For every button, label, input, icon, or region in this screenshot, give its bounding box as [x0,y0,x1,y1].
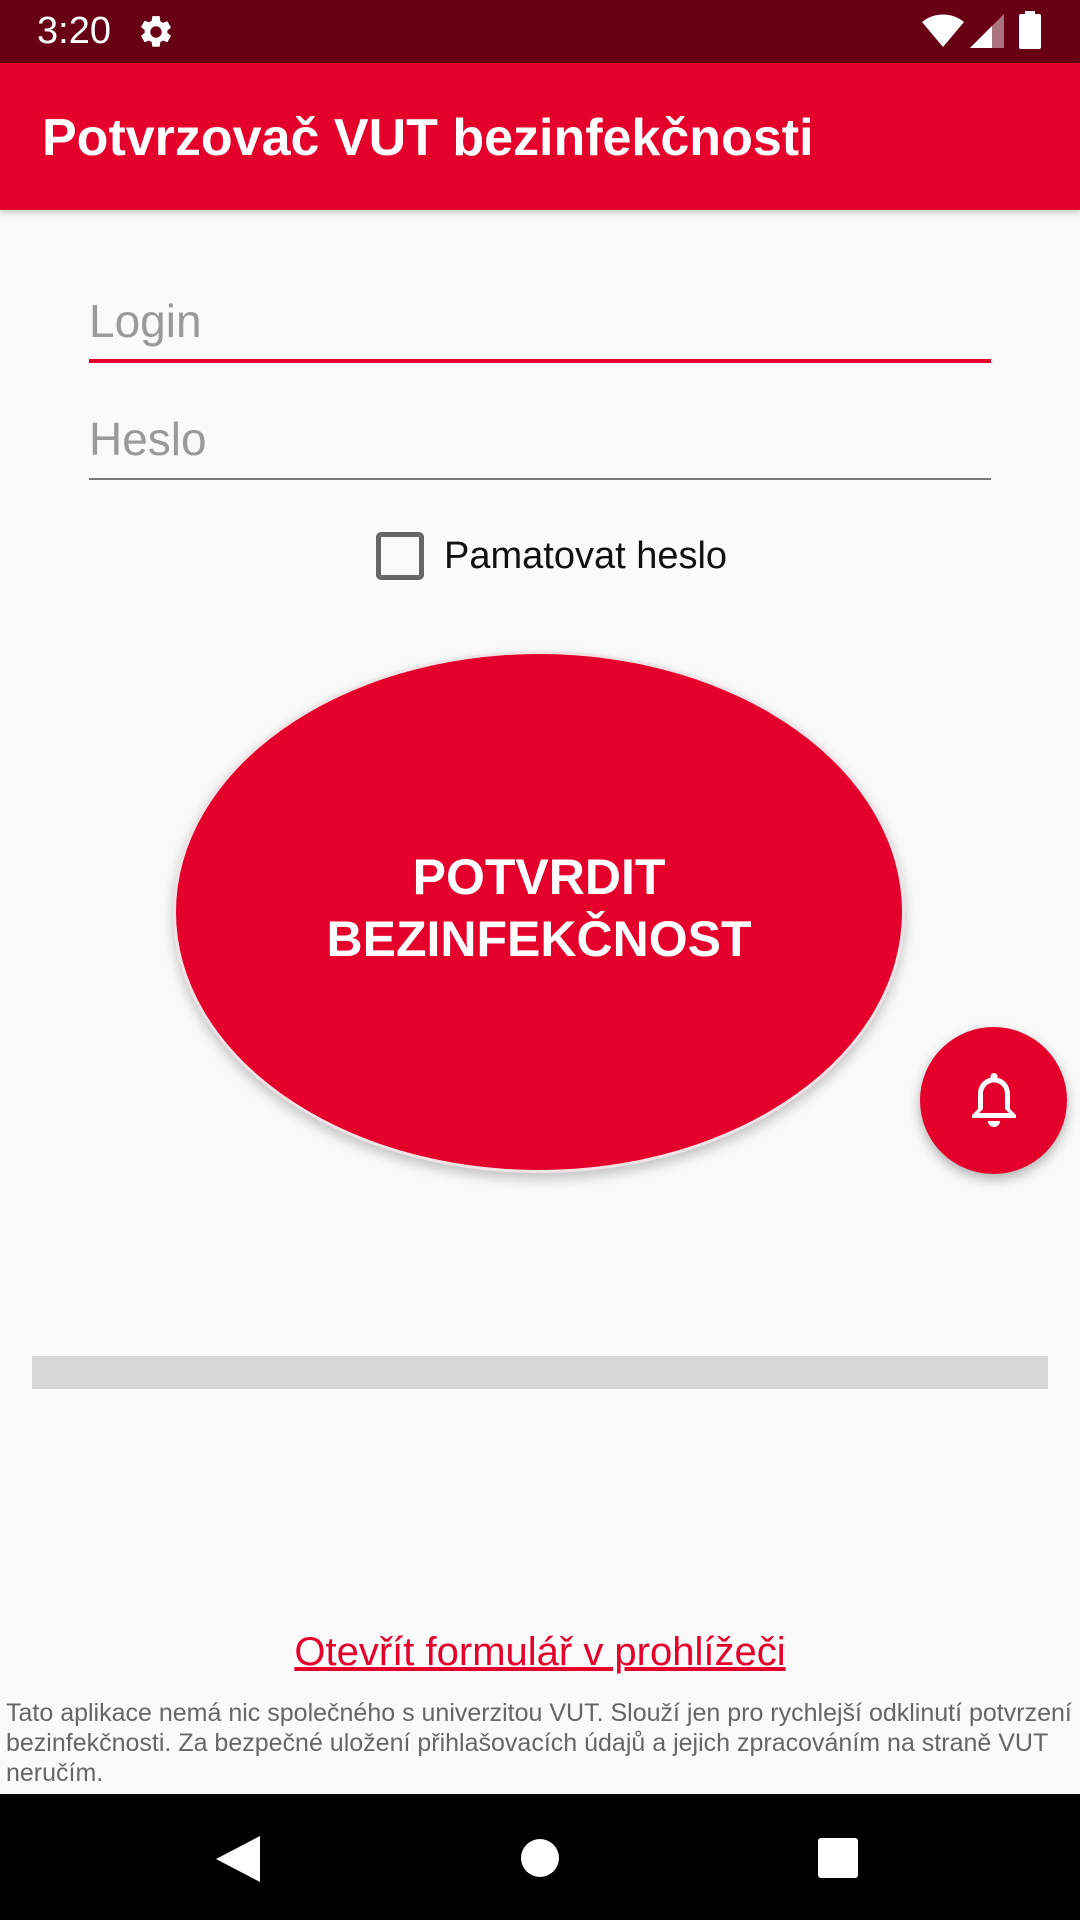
home-icon[interactable] [521,1839,559,1877]
bell-icon [971,1072,1016,1127]
notification-fab[interactable] [920,1027,1067,1174]
wifi-icon [922,14,964,47]
status-time: 3:20 [37,10,111,52]
remember-password-checkbox[interactable]: Pamatovat heslo [376,528,727,584]
app-title: Potvrzovač VUT bezinfekčnosti [42,109,814,167]
gear-icon [141,16,171,47]
disclaimer-text: Tato aplikace nemá nic společného s univ… [6,1699,1072,1787]
confirm-button-label: POTVRDIT BEZINFEKČNOST [326,849,752,967]
cellular-signal-icon [970,14,1004,48]
checkbox-box[interactable] [376,532,424,580]
app-bar: Potvrzovač VUT bezinfekčnosti [0,63,1080,210]
back-icon[interactable] [216,1836,260,1882]
login-input[interactable] [89,283,991,363]
recents-icon[interactable] [818,1838,858,1878]
password-input[interactable] [89,400,991,480]
battery-icon [1019,11,1041,49]
remember-password-label: Pamatovat heslo [444,534,728,577]
progress-bar [32,1356,1048,1389]
confirm-bezinfeknost-button[interactable]: POTVRDIT BEZINFEKČNOST [173,651,905,1173]
open-form-in-browser-link[interactable]: Otevřít formulář v prohlížeči [0,1630,1080,1675]
status-bar: 3:20 [0,0,1080,63]
